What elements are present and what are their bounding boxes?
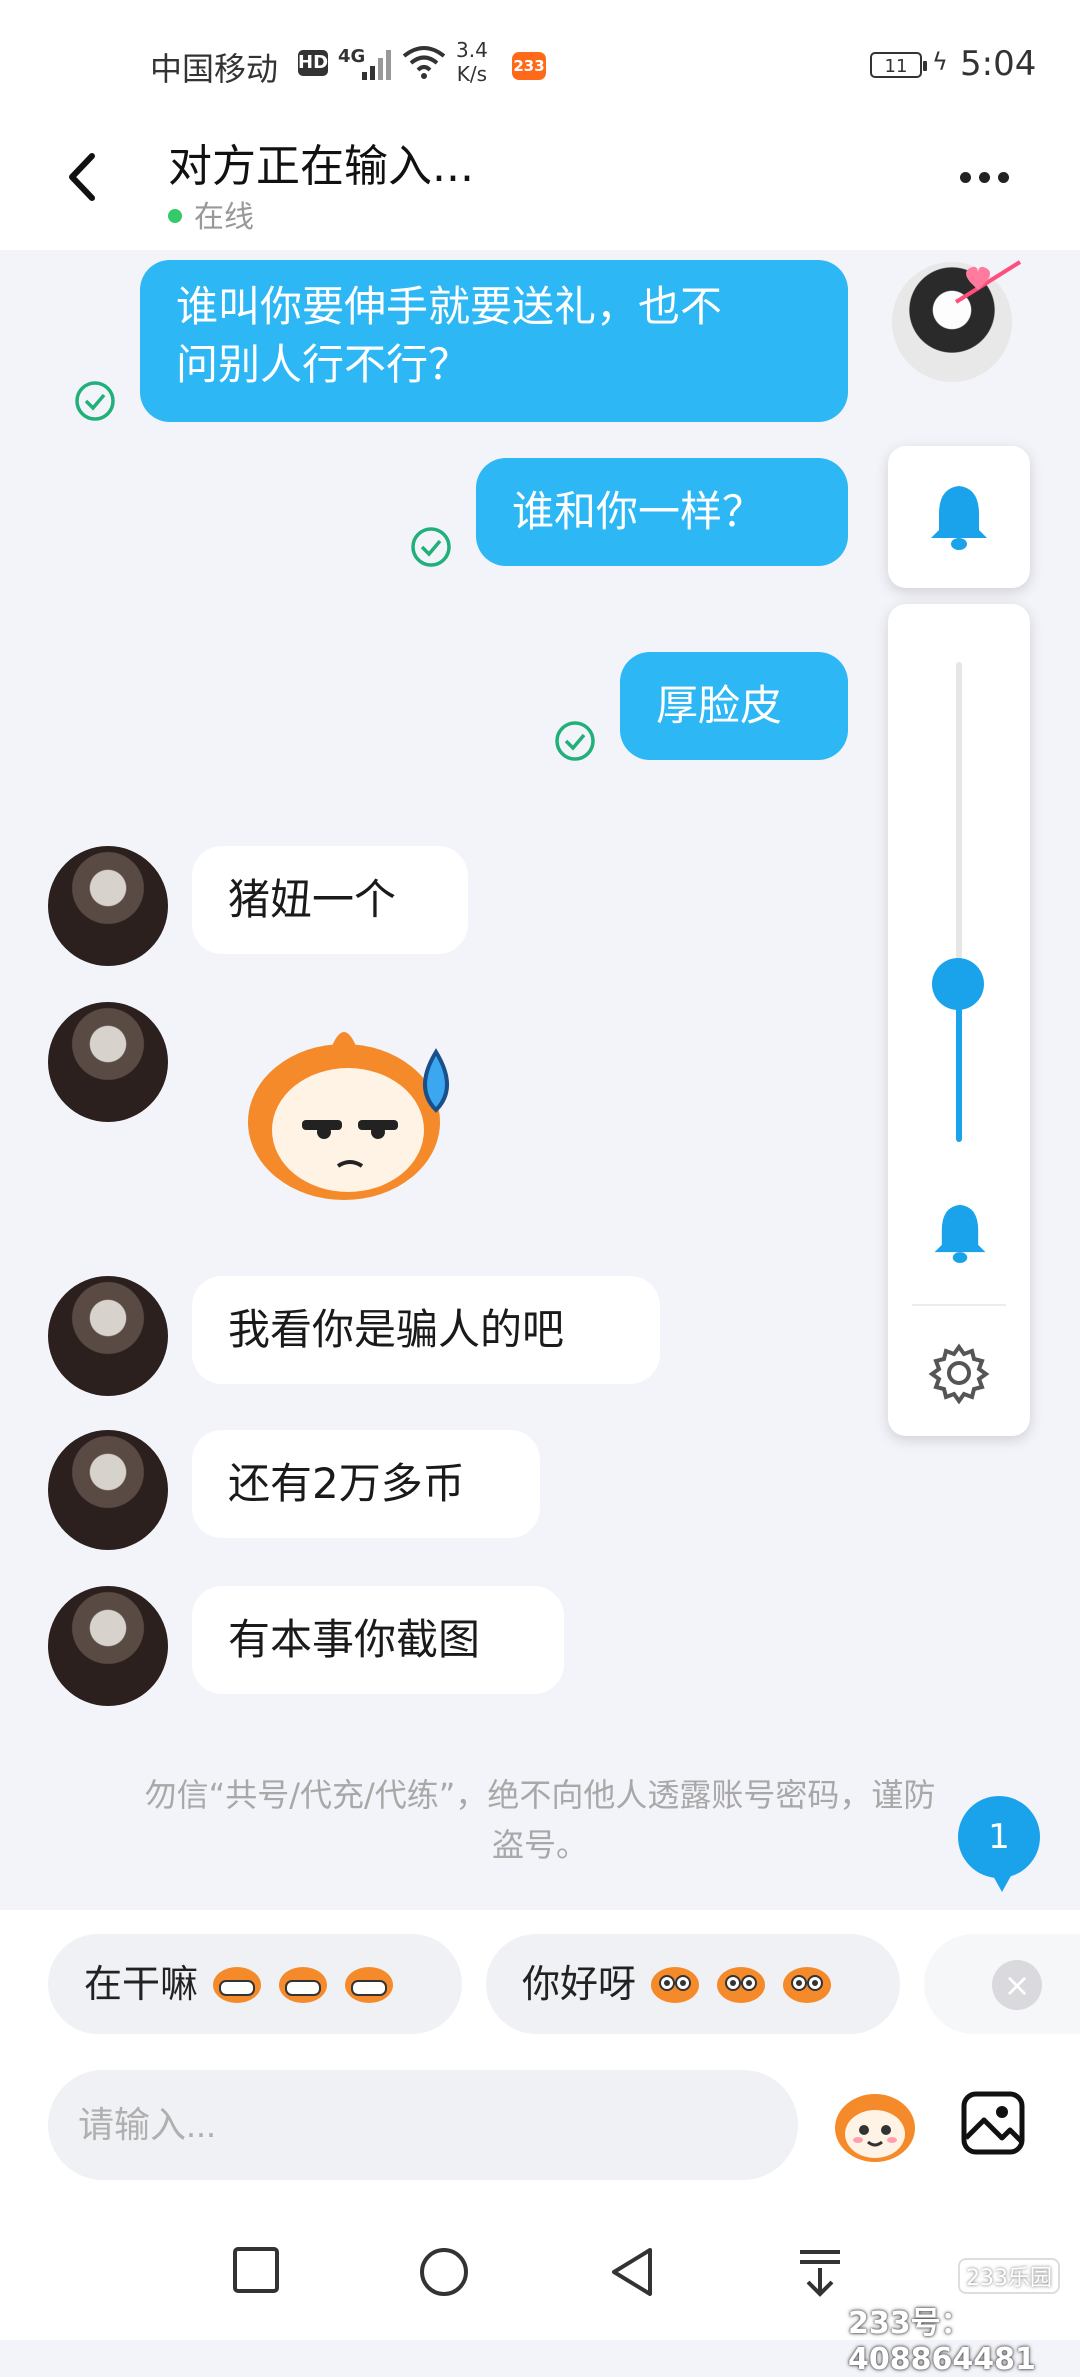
speed-unit: K/s [456, 62, 488, 86]
dot-icon [960, 172, 971, 183]
quick-reply-chip[interactable]: 在干嘛 [48, 1934, 462, 2034]
sticker-sweat-face-icon[interactable] [236, 1012, 486, 1212]
bell-icon [931, 486, 987, 550]
notification-pull-icon[interactable] [796, 2246, 844, 2298]
message-bubble-in[interactable]: 还有2万多币 [192, 1430, 540, 1538]
contact-avatar[interactable] [48, 1276, 168, 1396]
watermark-logo: 233乐园 [958, 2258, 1060, 2294]
unread-count-badge[interactable]: 1 [958, 1796, 1040, 1892]
watermark: 233号：408864481 [848, 2306, 1036, 2377]
message-bubble-in[interactable]: 有本事你截图 [192, 1586, 564, 1694]
wifi-icon [402, 46, 446, 79]
dot-icon [979, 172, 990, 183]
message-text: 问别人行不行？ [176, 340, 471, 389]
wink-emoji-icon [651, 1966, 700, 2003]
chat-title: 对方正在输入... [168, 141, 474, 192]
back-icon[interactable] [50, 142, 120, 212]
grin-emoji-icon [213, 1966, 262, 2003]
battery-icon: 11 [870, 52, 927, 78]
message-text: 还有2万多币 [228, 1459, 465, 1508]
contact-avatar[interactable] [48, 1430, 168, 1550]
app-notification-icon: 233 [512, 52, 546, 80]
close-quick-replies-button[interactable]: × [992, 1960, 1042, 2010]
status-bar: 中国移动 HD 4G 3.4 K/s 233 11 ϟ 5:04 [0, 0, 1080, 120]
back-nav-icon[interactable] [608, 2246, 656, 2298]
notice-line: 盗号。 [491, 1826, 588, 1864]
volume-panel [888, 604, 1030, 1436]
bell-icon [934, 1204, 986, 1263]
security-notice: 勿信“共号/代充/代练”，绝不向他人透露账号密码，谨防 盗号。 [60, 1770, 1020, 1870]
message-text: 谁和你一样？ [512, 487, 765, 536]
message-bubble-out[interactable]: 谁叫你要伸手就要送礼，也不 问别人行不行？ [140, 260, 848, 422]
contact-avatar[interactable] [48, 1002, 168, 1122]
quick-reply-chip[interactable]: 你好呀 [486, 1934, 900, 2034]
volume-slider-knob[interactable] [932, 957, 984, 1010]
charging-icon: ϟ [932, 48, 948, 76]
hd-icon: HD [298, 50, 328, 76]
read-check-icon [75, 381, 115, 421]
presence-label: 在线 [194, 200, 254, 235]
chat-header: 对方正在输入... 在线 [0, 120, 1080, 250]
volume-slider[interactable] [956, 662, 962, 1142]
grin-emoji-icon [279, 1966, 328, 2003]
input-bar [0, 2070, 1080, 2190]
contact-avatar[interactable] [48, 1586, 168, 1706]
grin-emoji-icon [345, 1966, 394, 2003]
contact-avatar[interactable] [48, 846, 168, 966]
message-text: 猪妞一个 [228, 875, 397, 924]
message-bubble-out[interactable]: 谁和你一样？ [476, 458, 848, 566]
chip-label: 在干嘛 [84, 1962, 199, 2006]
signal-icon [362, 50, 391, 80]
message-text: 谁叫你要伸手就要送礼，也不 [176, 282, 723, 331]
presence-status: 在线 [168, 192, 254, 236]
online-dot-icon [168, 208, 182, 223]
chip-label: 你好呀 [522, 1962, 637, 2006]
quick-reply-bar: 在干嘛 你好呀 × [0, 1910, 1080, 2070]
message-text: 我看你是骗人的吧 [228, 1305, 565, 1354]
notice-line: 勿信“共号/代充/代练”，绝不向他人透露账号密码，谨防 [144, 1776, 936, 1814]
message-input[interactable] [48, 2070, 798, 2180]
home-icon[interactable] [418, 2246, 470, 2298]
carrier-name: 中国移动 [150, 50, 279, 88]
image-icon[interactable] [958, 2088, 1028, 2158]
dot-icon [998, 172, 1009, 183]
wink-emoji-icon [717, 1966, 766, 2003]
more-options-button[interactable] [960, 168, 1030, 198]
divider [912, 1304, 1006, 1306]
sticker-button-icon[interactable] [830, 2080, 920, 2170]
message-text: 厚脸皮 [656, 681, 783, 730]
volume-ringer-toggle[interactable] [888, 446, 1030, 588]
recent-apps-icon[interactable] [232, 2246, 280, 2294]
message-bubble-out[interactable]: 厚脸皮 [620, 652, 848, 760]
heart-arrow-icon [954, 260, 1022, 304]
message-bubble-in[interactable]: 猪妞一个 [192, 846, 468, 954]
read-check-icon [411, 527, 451, 567]
message-bubble-in[interactable]: 我看你是骗人的吧 [192, 1276, 660, 1384]
network-speed: 3.4 K/s [456, 38, 488, 86]
wink-emoji-icon [783, 1966, 832, 2003]
speed-value: 3.4 [456, 38, 488, 62]
clock: 5:04 [960, 44, 1037, 84]
message-text: 有本事你截图 [228, 1615, 481, 1664]
read-check-icon [555, 721, 595, 761]
gear-icon[interactable] [928, 1342, 990, 1404]
